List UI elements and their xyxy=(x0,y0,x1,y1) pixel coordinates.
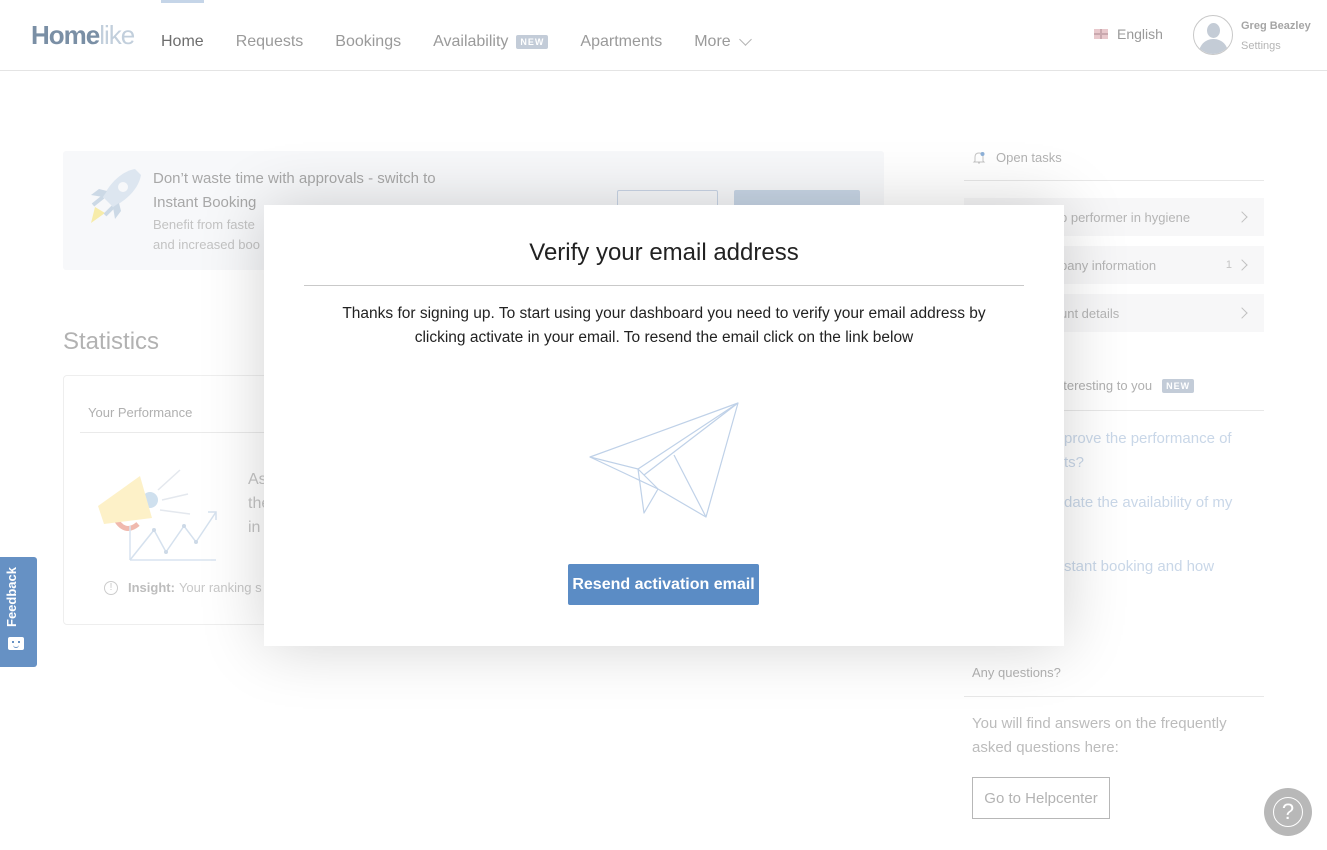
rocket-icon xyxy=(91,169,141,223)
settings-link[interactable]: Settings xyxy=(1241,40,1281,52)
chevron-right-icon xyxy=(1236,307,1248,319)
resend-activation-email-button[interactable]: Resend activation email xyxy=(568,564,759,605)
nav-home[interactable]: Home xyxy=(161,0,204,70)
nav-apartments[interactable]: Apartments xyxy=(580,0,662,70)
chevron-down-icon xyxy=(738,33,752,46)
nav-more[interactable]: More xyxy=(694,0,752,70)
chevron-right-icon xyxy=(1236,211,1248,223)
verify-email-modal: Verify your email address Thanks for sig… xyxy=(264,205,1064,646)
homelike-logo[interactable]: Homelike xyxy=(31,20,135,51)
user-name[interactable]: Greg Beazley xyxy=(1241,20,1311,32)
divider xyxy=(304,285,1024,286)
divider xyxy=(964,180,1264,181)
language-selector[interactable]: English xyxy=(1094,26,1163,42)
divider xyxy=(964,696,1264,697)
megaphone-chart-illustration xyxy=(98,469,217,561)
task-count: 1 xyxy=(1225,259,1232,271)
performance-card-title: Your Performance xyxy=(88,405,193,420)
smiley-chat-icon xyxy=(8,637,24,650)
new-badge: NEW xyxy=(516,35,549,49)
bell-icon xyxy=(972,151,986,163)
modal-title: Verify your email address xyxy=(529,239,799,266)
user-avatar[interactable] xyxy=(1193,15,1233,55)
nav-requests[interactable]: Requests xyxy=(236,0,304,70)
open-tasks-heading: Open tasks xyxy=(972,150,1062,165)
question-mark-icon: ? xyxy=(1273,797,1303,827)
uk-flag-icon xyxy=(1094,29,1108,39)
top-navigation-bar: Homelike Home Requests Bookings Availabi… xyxy=(0,0,1327,71)
helpcenter-button[interactable]: Go to Helpcenter xyxy=(972,777,1110,819)
faq-text: You will find answers on the frequently … xyxy=(972,715,1227,756)
statistics-heading: Statistics xyxy=(63,328,160,355)
new-badge: NEW xyxy=(1162,378,1195,393)
chevron-right-icon xyxy=(1236,259,1248,271)
info-icon: ! xyxy=(104,580,118,595)
help-button[interactable]: ? xyxy=(1264,788,1312,836)
main-nav: Home Requests Bookings Availability NEW A… xyxy=(161,0,782,70)
nav-availability[interactable]: Availability NEW xyxy=(433,0,549,70)
nav-bookings[interactable]: Bookings xyxy=(335,0,401,70)
paper-plane-icon xyxy=(589,402,739,518)
insight-line: ! Insight: Your ranking s xyxy=(104,580,262,595)
feedback-tab[interactable]: Feedback xyxy=(0,557,37,667)
any-questions-heading: Any questions? xyxy=(972,665,1061,680)
modal-body-text: Thanks for signing up. To start using yo… xyxy=(342,305,986,346)
